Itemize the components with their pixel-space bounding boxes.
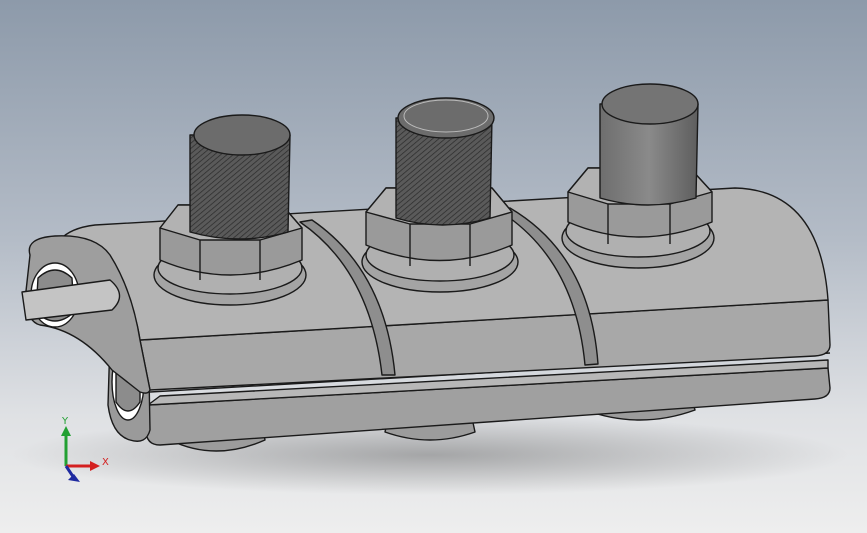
y-axis-arrow	[61, 426, 71, 436]
bolt-middle[interactable]	[361, 97, 519, 293]
bolt-left[interactable]	[153, 114, 307, 306]
cad-model-view[interactable]: Y X	[0, 0, 867, 533]
bolt-right[interactable]	[561, 83, 715, 269]
graphics-viewport[interactable]: Y X	[0, 0, 867, 533]
y-axis-label: Y	[61, 416, 69, 427]
x-axis-label: X	[102, 457, 109, 468]
